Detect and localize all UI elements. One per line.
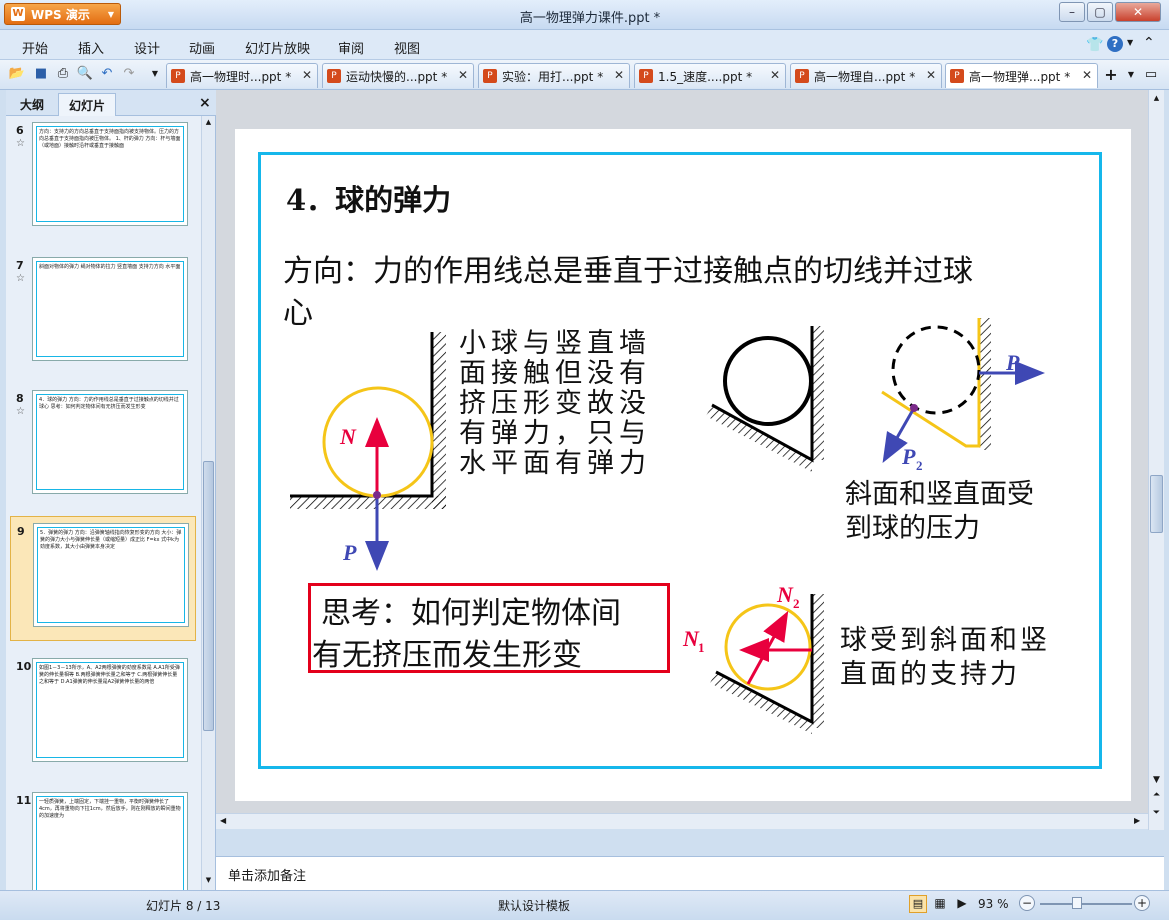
label-P2: P (901, 444, 916, 469)
notes-pane[interactable]: 单击添加备注 (216, 856, 1164, 890)
label-N: N (339, 424, 357, 449)
contact-point (373, 491, 381, 499)
label-P1-subscript: 1 (1020, 364, 1027, 379)
pressure-surfaces (881, 318, 981, 448)
zoom-slider-handle[interactable] (1072, 897, 1082, 909)
template-name: 默认设计模板 (498, 899, 571, 913)
support-slope-hatch (710, 672, 812, 734)
label-N1-subscript: 1 (698, 640, 705, 655)
previous-slide-icon[interactable]: ⏶ (1151, 790, 1162, 800)
label-N2: N (776, 582, 794, 607)
ball-wall-floor-diagram: N P (290, 332, 446, 571)
vertical-scrollbar[interactable]: ▲ ▼ ⏶ ⏷ (1148, 90, 1164, 830)
status-bar: 幻灯片 8 / 13 默认设计模板 ▤ ▦ ▶ 93 % − + (0, 890, 1169, 920)
zoom-in-button[interactable]: + (1134, 895, 1150, 911)
scroll-thumb[interactable] (1150, 475, 1163, 533)
force-N2-arrow (746, 610, 789, 685)
slide-counter: 幻灯片 8 / 13 (146, 899, 221, 913)
zoom-level: 93 % (978, 897, 1009, 911)
label-N2-subscript: 2 (793, 596, 800, 611)
normal-view-icon[interactable]: ▤ (909, 895, 927, 913)
contact-point (910, 404, 918, 412)
label-P2-subscript: 2 (916, 458, 923, 473)
scroll-down-icon[interactable]: ▼ (1151, 775, 1162, 785)
horizontal-scrollbar[interactable]: ◀ ▶ (216, 813, 1148, 829)
support-diagram: N 1 N 2 (682, 582, 824, 734)
notes-placeholder[interactable]: 单击添加备注 (228, 865, 306, 884)
label-P: P (342, 540, 357, 565)
pressure-wall-hatch (979, 318, 991, 450)
floor-hatch (290, 496, 446, 509)
dashed-ball (891, 325, 981, 415)
slideshow-icon[interactable]: ▶ (953, 895, 971, 913)
pressure-diagram: P 1 P 2 (881, 318, 1045, 473)
groove-wall-hatch (812, 326, 824, 460)
next-slide-icon[interactable]: ⏷ (1151, 808, 1162, 818)
zoom-out-button[interactable]: − (1019, 895, 1035, 911)
wall-hatch (432, 332, 446, 509)
scroll-left-icon[interactable]: ◀ (220, 816, 226, 825)
slide-sorter-icon[interactable]: ▦ (931, 895, 949, 913)
wall-floor-line (290, 332, 434, 498)
zoom-slider[interactable] (1040, 903, 1132, 905)
label-P1: P (1005, 350, 1020, 375)
groove-ball (723, 336, 813, 426)
ball-groove-diagram (706, 326, 824, 472)
scroll-up-icon[interactable]: ▲ (1151, 94, 1162, 102)
support-wall-hatch (812, 594, 824, 728)
scroll-right-icon[interactable]: ▶ (1134, 816, 1140, 825)
physics-diagrams: N P P 1 P 2 N 1 N 2 (290, 318, 1045, 734)
